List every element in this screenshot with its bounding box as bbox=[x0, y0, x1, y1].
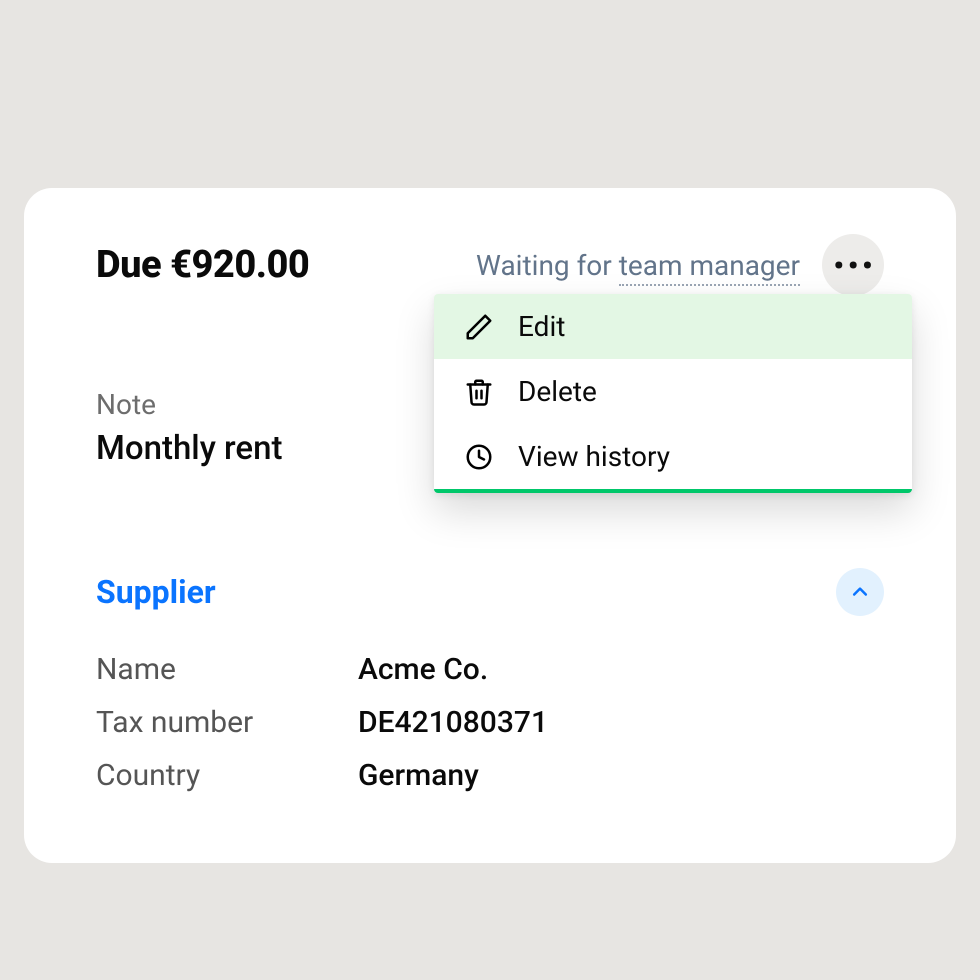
trash-icon bbox=[464, 377, 494, 407]
due-amount: Due €920.00 bbox=[96, 243, 309, 287]
ellipsis-icon: ••• bbox=[833, 249, 876, 282]
clock-icon bbox=[464, 442, 494, 472]
menu-item-delete[interactable]: Delete bbox=[434, 359, 912, 424]
field-label: Tax number bbox=[96, 705, 358, 740]
supplier-section-header: Supplier bbox=[96, 568, 884, 616]
header-right: Waiting for team manager ••• bbox=[476, 234, 884, 296]
status-role-link[interactable]: team manager bbox=[619, 249, 800, 286]
field-value: Acme Co. bbox=[358, 652, 488, 687]
field-label: Name bbox=[96, 652, 358, 687]
approval-status: Waiting for team manager bbox=[476, 249, 800, 282]
field-row-name: Name Acme Co. bbox=[96, 652, 884, 687]
menu-item-history[interactable]: View history bbox=[434, 424, 912, 489]
field-value: DE421080371 bbox=[358, 705, 548, 740]
status-prefix: Waiting for bbox=[476, 249, 619, 282]
menu-item-label: Edit bbox=[518, 310, 565, 343]
chevron-up-icon bbox=[850, 582, 870, 602]
field-row-country: Country Germany bbox=[96, 758, 884, 793]
supplier-section-title[interactable]: Supplier bbox=[96, 573, 216, 611]
menu-item-label: Delete bbox=[518, 375, 597, 408]
menu-item-edit[interactable]: Edit bbox=[434, 294, 912, 359]
actions-menu: Edit Delete View history bbox=[434, 294, 912, 493]
collapse-button[interactable] bbox=[836, 568, 884, 616]
invoice-card: Due €920.00 Waiting for team manager •••… bbox=[24, 188, 956, 863]
field-label: Country bbox=[96, 758, 358, 793]
card-header: Due €920.00 Waiting for team manager ••• bbox=[96, 234, 884, 296]
field-value: Germany bbox=[358, 758, 479, 793]
more-button[interactable]: ••• bbox=[822, 234, 884, 296]
pencil-icon bbox=[464, 312, 494, 342]
menu-item-label: View history bbox=[518, 440, 670, 473]
field-row-tax: Tax number DE421080371 bbox=[96, 705, 884, 740]
supplier-fields: Name Acme Co. Tax number DE421080371 Cou… bbox=[96, 652, 884, 793]
